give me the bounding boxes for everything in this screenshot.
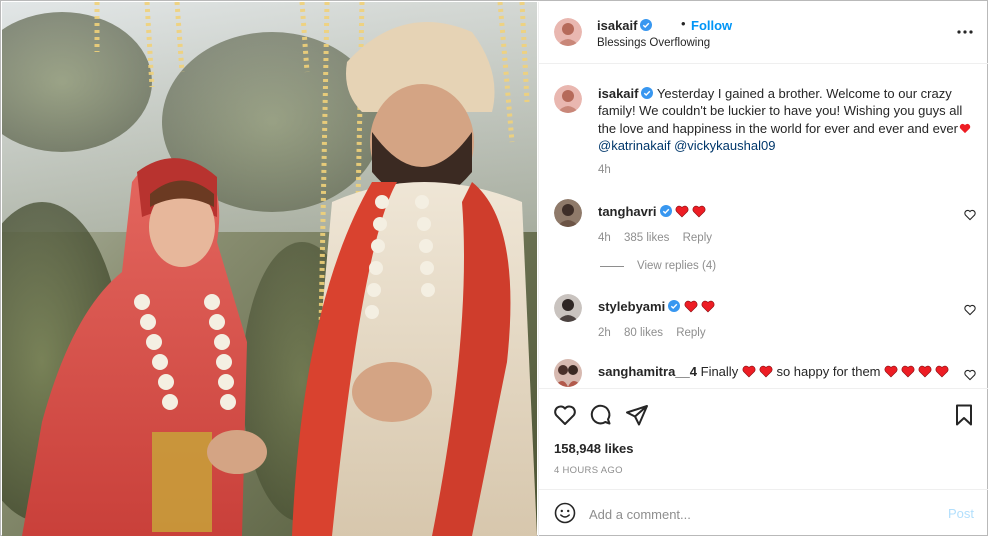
heart-emojis [675, 205, 706, 218]
heart-emojis [684, 300, 715, 313]
replies-divider-line [600, 265, 624, 267]
view-replies-button[interactable]: View replies (4) [600, 260, 716, 272]
view-replies-label: View replies (4) [637, 260, 717, 272]
comment-text: stylebyami [598, 299, 715, 314]
red-heart-icon [959, 123, 971, 133]
comment-input[interactable] [589, 504, 929, 524]
post-side-panel: isakaif • Follow Blessings Overflowing i… [538, 2, 988, 536]
red-heart-icon [692, 205, 706, 218]
author-avatar[interactable] [554, 18, 582, 46]
post-header: isakaif • Follow Blessings Overflowing [539, 2, 988, 64]
comment-text: sanghamitra__4 Finally so happy for them [598, 364, 949, 379]
like-comment-icon[interactable] [964, 304, 976, 316]
commenter-username[interactable]: sanghamitra__4 [598, 364, 697, 379]
author-username[interactable]: isakaif [597, 18, 637, 33]
likes-count[interactable]: 158,948 likes [554, 441, 634, 456]
red-heart-icon [901, 365, 915, 378]
comments-section[interactable]: isakaif Yesterday I gained a brother. We… [539, 65, 988, 387]
wedding-photo-image [2, 2, 537, 536]
comment-meta: 4h 385 likes Reply [598, 232, 722, 244]
red-heart-icon [742, 365, 756, 378]
like-comment-icon[interactable] [964, 369, 976, 381]
verified-badge-icon [659, 205, 672, 217]
follow-button[interactable]: Follow [691, 18, 732, 33]
heart-emojis [742, 365, 773, 378]
add-comment-bar: Post [539, 489, 988, 536]
reply-button[interactable]: Reply [683, 232, 712, 244]
post-location[interactable]: Blessings Overflowing [597, 37, 710, 49]
more-options-icon[interactable] [957, 22, 973, 42]
comment-lead-text: Finally [700, 364, 739, 379]
emoji-icon[interactable] [554, 502, 576, 524]
like-heart-icon[interactable] [553, 403, 577, 427]
comment-meta: 2h 80 likes Reply [598, 327, 716, 339]
post-actions: 158,948 likes 4 HOURS AGO [539, 388, 988, 488]
verified-badge-icon [640, 19, 653, 31]
mention-link[interactable]: @katrinakaif [598, 138, 670, 153]
verified-badge-icon [668, 300, 681, 312]
caption-text: Yesterday I gained a brother. Welcome to… [598, 86, 963, 136]
comment-time[interactable]: 2h [598, 327, 611, 339]
commenter-username[interactable]: stylebyami [598, 299, 665, 314]
commenter-avatar[interactable] [554, 294, 582, 322]
comment-text: tanghavri [598, 204, 706, 219]
red-heart-icon [918, 365, 932, 378]
comment-bubble-icon[interactable] [589, 403, 613, 427]
comment-likes[interactable]: 385 likes [624, 232, 669, 244]
red-heart-icon [884, 365, 898, 378]
red-heart-icon [759, 365, 773, 378]
commenter-avatar[interactable] [554, 359, 582, 387]
post-timestamp[interactable]: 4 HOURS AGO [554, 465, 623, 476]
reply-button[interactable]: Reply [676, 327, 705, 339]
red-heart-icon [701, 300, 715, 313]
caption-time[interactable]: 4h [598, 164, 611, 176]
separator-dot: • [681, 16, 686, 31]
verified-badge-icon [641, 87, 654, 99]
post-caption: isakaif Yesterday I gained a brother. We… [598, 85, 976, 155]
red-heart-icon [675, 205, 689, 218]
save-bookmark-icon[interactable] [952, 403, 976, 427]
red-heart-icon [684, 300, 698, 313]
instagram-post-window: isakaif • Follow Blessings Overflowing i… [0, 0, 988, 536]
comment-time[interactable]: 4h [598, 232, 611, 244]
like-comment-icon[interactable] [964, 209, 976, 221]
author-username-row[interactable]: isakaif [597, 18, 653, 33]
share-paper-plane-icon[interactable] [625, 403, 649, 427]
caption-username[interactable]: isakaif [598, 86, 638, 101]
caption-author-avatar[interactable] [554, 85, 582, 113]
commenter-username[interactable]: tanghavri [598, 204, 657, 219]
red-heart-icon [935, 365, 949, 378]
comment-likes[interactable]: 80 likes [624, 327, 663, 339]
commenter-avatar[interactable] [554, 199, 582, 227]
post-comment-button[interactable]: Post [948, 506, 974, 521]
heart-emojis [884, 365, 949, 378]
post-photo[interactable] [2, 2, 537, 536]
mention-link[interactable]: @vickykaushal09 [674, 138, 775, 153]
comment-mid-text: so happy for them [776, 364, 881, 379]
